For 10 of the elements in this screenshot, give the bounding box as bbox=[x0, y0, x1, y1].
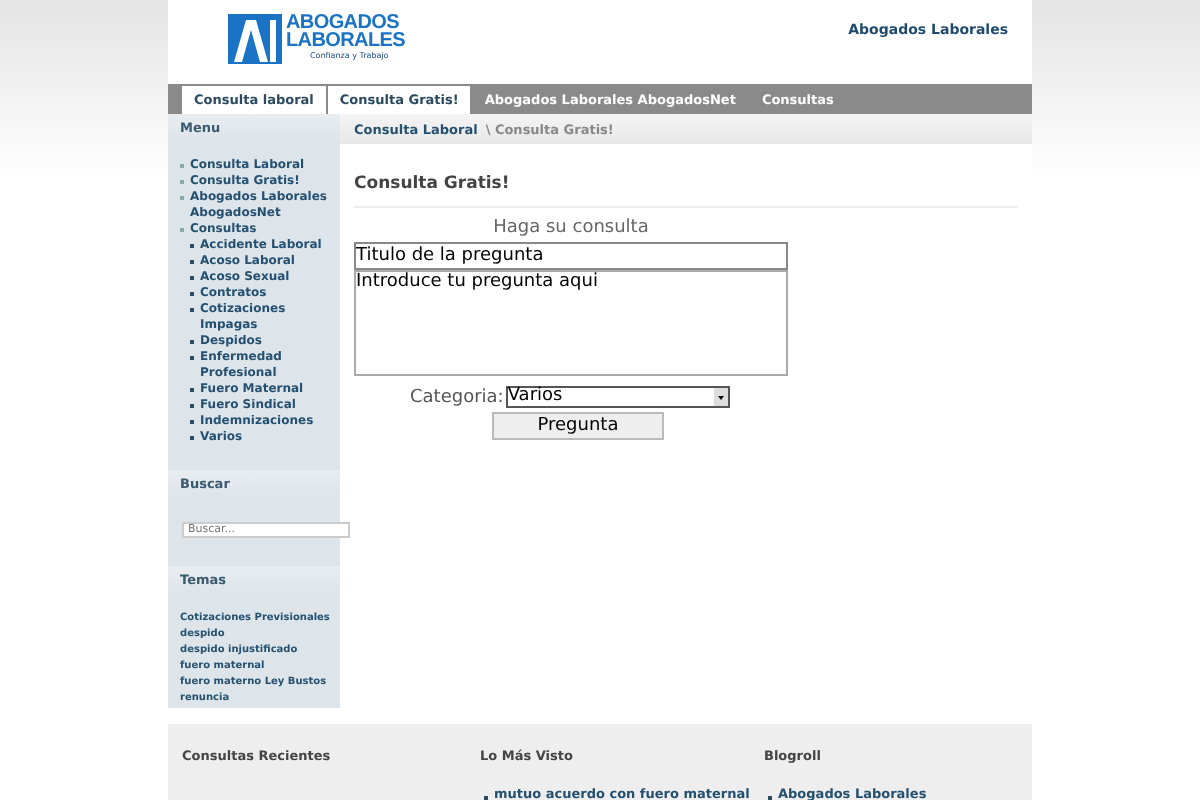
logo-icon bbox=[228, 14, 282, 64]
page-title: Consulta Gratis! bbox=[354, 174, 1018, 208]
logo-text: LABORALES bbox=[286, 32, 406, 50]
category-select[interactable]: Varios bbox=[505, 386, 730, 408]
submit-button[interactable]: Pregunta bbox=[492, 412, 664, 440]
question-field[interactable]: Introduce tu pregunta aqui bbox=[354, 270, 788, 376]
form-title: Haga su consulta bbox=[491, 218, 651, 238]
logo-text: ABOGADOS bbox=[286, 14, 399, 32]
title-field[interactable]: Titulo de la pregunta bbox=[354, 242, 788, 270]
category-label: Categoria: bbox=[410, 387, 504, 407]
